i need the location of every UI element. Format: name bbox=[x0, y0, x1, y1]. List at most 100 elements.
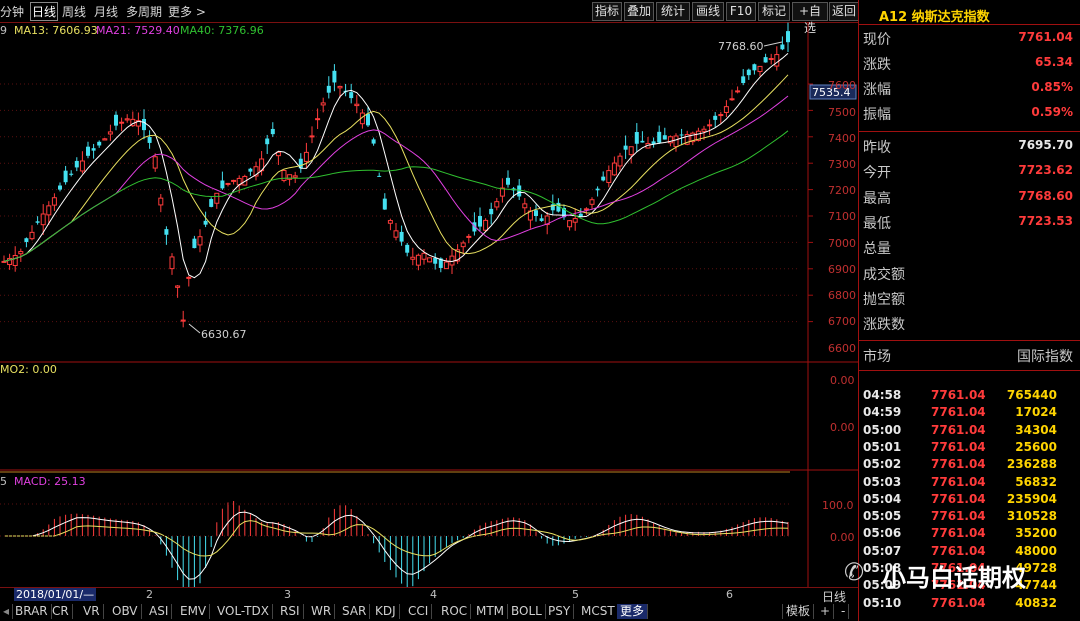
candle bbox=[114, 114, 118, 126]
chart-area[interactable]: 9 MA13: 7606.93 MA21: 7529.40 MA40: 7376… bbox=[0, 22, 858, 599]
candle bbox=[58, 185, 62, 190]
indicator-tab[interactable]: KDJ bbox=[372, 604, 400, 619]
macd-y-tick: 0.00 bbox=[830, 531, 855, 544]
indicator-tab[interactable]: SAR bbox=[339, 604, 371, 619]
tick-price: 7761.04 bbox=[931, 509, 986, 524]
tick-price: 7761.04 bbox=[931, 439, 986, 454]
quote-row: 现价 7761.04 bbox=[859, 26, 1080, 50]
quote-label: 成交额 bbox=[863, 266, 905, 283]
quote-row: 总量 bbox=[859, 235, 1080, 259]
candle bbox=[371, 139, 376, 144]
tick-price: 7761.04 bbox=[931, 405, 986, 420]
candle bbox=[567, 220, 573, 228]
back-button[interactable]: 返回 bbox=[829, 2, 859, 21]
zoom-out-button[interactable]: - bbox=[838, 604, 850, 619]
period-weekly[interactable]: 周线 bbox=[62, 3, 86, 20]
indicator-button[interactable]: 指标 bbox=[592, 2, 622, 21]
candle bbox=[69, 173, 74, 175]
month-label: 4 bbox=[430, 588, 437, 601]
tick-price: 7761.04 bbox=[931, 491, 986, 506]
f10-button[interactable]: F10 bbox=[726, 2, 756, 21]
candle bbox=[142, 118, 146, 131]
quote-row: 涨跌 65.34 bbox=[859, 51, 1080, 75]
indicator-tab[interactable]: WR bbox=[308, 604, 336, 619]
draw-line-button[interactable]: 画线 bbox=[692, 2, 724, 21]
tick-row: 05:01 7761.04 25600 bbox=[859, 439, 1080, 456]
kline-chart[interactable]: 9 MA13: 7606.93 MA21: 7529.40 MA40: 7376… bbox=[0, 22, 858, 599]
indicator-tab[interactable]: RSI bbox=[277, 604, 304, 619]
zoom-in-button[interactable]: + bbox=[817, 604, 835, 619]
candle bbox=[673, 135, 679, 148]
mid-y-tick: 0.00 bbox=[830, 374, 855, 387]
date-start-label: 2018/01/01/— bbox=[14, 588, 97, 601]
tick-time: 05:02 bbox=[863, 457, 902, 472]
y-tick: 7300 bbox=[828, 158, 856, 171]
period-minute[interactable]: 分钟 bbox=[0, 3, 24, 20]
tick-time: 05:05 bbox=[863, 509, 902, 524]
statistics-button[interactable]: 统计 bbox=[656, 2, 690, 21]
template-button[interactable]: 模板 bbox=[782, 604, 815, 619]
indicator-tab[interactable]: CR bbox=[49, 604, 73, 619]
quote-label: 振幅 bbox=[863, 107, 891, 123]
candle bbox=[40, 213, 46, 226]
candle bbox=[46, 205, 52, 216]
candle bbox=[483, 219, 489, 231]
candle bbox=[197, 236, 203, 246]
candle bbox=[539, 218, 544, 221]
add-watchlist-button[interactable]: +自选 bbox=[792, 2, 828, 35]
indicator-tab[interactable]: CCI bbox=[405, 604, 433, 619]
tick-row: 05:06 7761.04 35200 bbox=[859, 525, 1080, 542]
quote-value: 65.34 bbox=[1035, 55, 1073, 69]
indicator-tab[interactable]: 更多 bbox=[617, 604, 649, 619]
candle bbox=[186, 276, 192, 279]
indicator-tab[interactable]: MCST bbox=[578, 604, 619, 619]
candle bbox=[349, 92, 354, 99]
indicator-tab[interactable]: OBV bbox=[109, 604, 142, 619]
period-more[interactable]: 更多 > bbox=[168, 3, 206, 20]
tick-volume: 765440 bbox=[1006, 388, 1057, 402]
period-multi[interactable]: 多周期 bbox=[126, 3, 162, 20]
period-monthly[interactable]: 月线 bbox=[94, 3, 118, 20]
quote-value: 7761.04 bbox=[1018, 30, 1073, 44]
candle bbox=[443, 261, 449, 270]
indicator-tab[interactable]: PSY bbox=[545, 604, 575, 619]
indicator-tab[interactable]: VR bbox=[80, 604, 104, 619]
candle bbox=[421, 252, 427, 260]
indicator-tab[interactable]: ROC bbox=[438, 604, 472, 619]
quote-label: 总量 bbox=[863, 241, 891, 258]
candle bbox=[231, 179, 237, 182]
candle bbox=[86, 146, 90, 156]
quote-row: 涨跌数 bbox=[859, 311, 1080, 335]
candle bbox=[303, 151, 309, 162]
overlay-button[interactable]: 叠加 bbox=[624, 2, 654, 21]
quote-value: 0.59% bbox=[1031, 105, 1073, 119]
tick-row: 05:03 7761.04 56832 bbox=[859, 474, 1080, 491]
tick-row: 05:04 7761.04 235904 bbox=[859, 491, 1080, 508]
tick-volume: 310528 bbox=[1006, 509, 1057, 524]
tick-time: 04:58 bbox=[863, 388, 902, 402]
indicator-tab[interactable]: BOLL bbox=[508, 604, 546, 619]
candle bbox=[214, 192, 220, 204]
indicator-tab[interactable]: ASI bbox=[146, 604, 173, 619]
candle bbox=[326, 85, 331, 93]
candle bbox=[433, 257, 438, 264]
quote-value: 7723.53 bbox=[1018, 213, 1073, 228]
indicator-tab[interactable]: VOL-TDX bbox=[214, 604, 273, 619]
candle bbox=[332, 70, 337, 83]
quote-label: 今开 bbox=[863, 165, 891, 182]
macd-legend: MACD: 25.13 bbox=[14, 475, 86, 488]
candle bbox=[107, 131, 113, 135]
candle bbox=[51, 197, 57, 206]
indicator-tab[interactable]: BRAR bbox=[12, 604, 52, 619]
candle bbox=[265, 138, 270, 145]
period-daily[interactable]: 日线 bbox=[30, 2, 59, 21]
y-tick: 6900 bbox=[828, 263, 856, 276]
candle bbox=[534, 210, 538, 216]
candle bbox=[628, 146, 634, 156]
candle bbox=[741, 76, 746, 84]
candle bbox=[522, 203, 528, 209]
mark-button[interactable]: 标记 bbox=[758, 2, 790, 21]
indicator-tab[interactable]: MTM bbox=[473, 604, 509, 619]
candle bbox=[595, 188, 600, 191]
indicator-tab[interactable]: EMV bbox=[177, 604, 211, 619]
